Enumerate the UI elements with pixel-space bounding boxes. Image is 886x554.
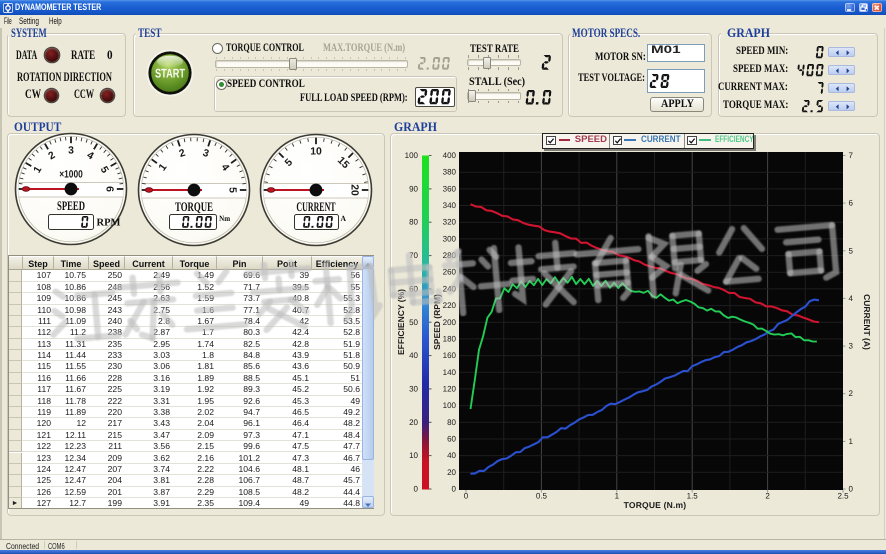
svg-text:2.5: 2.5 xyxy=(837,492,849,501)
svg-text:360: 360 xyxy=(443,184,457,193)
svg-text:0: 0 xyxy=(849,485,854,494)
svg-text:380: 380 xyxy=(443,168,457,177)
svg-text:20: 20 xyxy=(409,418,418,427)
svg-text:200: 200 xyxy=(443,318,457,327)
svg-text:0.5: 0.5 xyxy=(536,492,548,501)
svg-text:2: 2 xyxy=(849,389,854,398)
svg-text:100: 100 xyxy=(405,151,419,160)
svg-text:90: 90 xyxy=(409,184,418,193)
svg-text:30: 30 xyxy=(409,384,418,393)
svg-text:7: 7 xyxy=(849,151,854,160)
svg-text:60: 60 xyxy=(447,435,456,444)
svg-text:TORQUE (N.m): TORQUE (N.m) xyxy=(624,500,687,510)
svg-text:SPEED: SPEED xyxy=(57,198,85,213)
svg-text:1: 1 xyxy=(849,437,854,446)
svg-text:4: 4 xyxy=(849,294,854,303)
svg-text:3: 3 xyxy=(849,342,854,351)
svg-text:120: 120 xyxy=(443,384,457,393)
svg-text:160: 160 xyxy=(443,351,457,360)
svg-text:2: 2 xyxy=(765,492,770,501)
svg-text:40: 40 xyxy=(409,351,418,360)
svg-text:20: 20 xyxy=(447,468,456,477)
svg-text:80: 80 xyxy=(409,218,418,227)
svg-text:0: 0 xyxy=(452,485,457,494)
svg-text:CURRENT (A): CURRENT (A) xyxy=(862,294,872,350)
svg-text:80: 80 xyxy=(447,418,456,427)
svg-text:240: 240 xyxy=(443,284,457,293)
svg-text:EFFICIENCY (%): EFFICIENCY (%) xyxy=(396,289,406,355)
svg-text:6: 6 xyxy=(849,199,854,208)
svg-text:40: 40 xyxy=(447,451,456,460)
svg-text:RPM: RPM xyxy=(96,217,120,228)
svg-text:Nm: Nm xyxy=(219,213,230,222)
svg-text:60: 60 xyxy=(409,284,418,293)
svg-text:TORQUE: TORQUE xyxy=(175,199,213,214)
svg-text:START: START xyxy=(155,66,185,80)
svg-text:50: 50 xyxy=(409,318,418,327)
svg-text:280: 280 xyxy=(443,251,457,260)
svg-text:SPEED (RPM): SPEED (RPM) xyxy=(432,294,442,350)
svg-text:220: 220 xyxy=(443,301,457,310)
svg-text:300: 300 xyxy=(443,234,457,243)
svg-text:180: 180 xyxy=(443,334,457,343)
svg-text:CURRENT: CURRENT xyxy=(296,199,335,214)
svg-text:340: 340 xyxy=(443,201,457,210)
svg-text:260: 260 xyxy=(443,268,457,277)
svg-text:A: A xyxy=(341,213,347,222)
svg-text:10: 10 xyxy=(409,451,418,460)
svg-text:1: 1 xyxy=(615,492,620,501)
svg-text:400: 400 xyxy=(443,151,457,160)
svg-text:100: 100 xyxy=(443,401,457,410)
svg-text:0: 0 xyxy=(414,485,419,494)
svg-text:70: 70 xyxy=(409,251,418,260)
svg-text:320: 320 xyxy=(443,218,457,227)
svg-text:140: 140 xyxy=(443,368,457,377)
svg-text:0: 0 xyxy=(464,492,469,501)
svg-text:1.5: 1.5 xyxy=(687,492,699,501)
svg-text:5: 5 xyxy=(849,246,854,255)
